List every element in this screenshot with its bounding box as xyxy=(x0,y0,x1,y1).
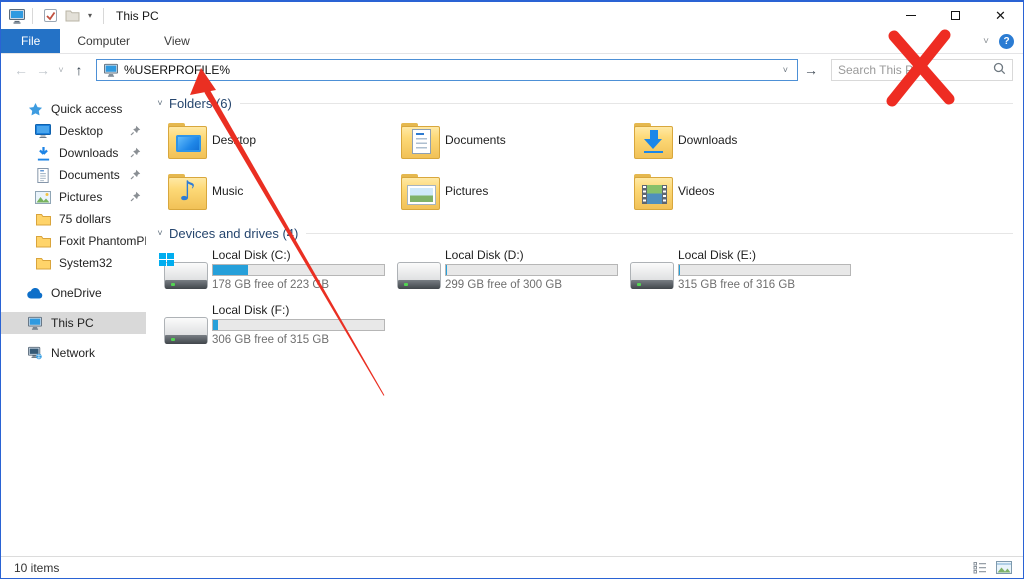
up-button[interactable]: ↑ xyxy=(68,62,90,78)
help-icon[interactable]: ? xyxy=(999,34,1014,49)
network-icon xyxy=(27,346,43,360)
sidebar-item-system32[interactable]: System32 xyxy=(1,252,146,274)
folder-icon xyxy=(634,123,671,157)
sidebar-item-pictures[interactable]: Pictures xyxy=(1,186,146,208)
folder-icon xyxy=(168,123,205,157)
pin-icon xyxy=(130,147,141,161)
capacity-bar xyxy=(212,264,385,276)
expand-ribbon-caret-icon[interactable]: ˅ xyxy=(983,36,989,47)
close-button[interactable]: ✕ xyxy=(978,2,1023,29)
search-icon xyxy=(993,62,1006,78)
sidebar-item-network[interactable]: Network xyxy=(1,342,146,364)
customize-toolbar-caret-icon[interactable]: ▾ xyxy=(83,11,97,20)
sidebar-item-foxit-phantompdf[interactable]: Foxit PhantomPDF xyxy=(1,230,146,252)
search-input[interactable] xyxy=(838,63,993,77)
divider xyxy=(32,8,33,24)
drive-tile-f[interactable]: Local Disk (F:) 306 GB free of 315 GB xyxy=(158,303,391,350)
download-icon xyxy=(35,146,51,161)
capacity-bar xyxy=(445,264,618,276)
pin-icon xyxy=(130,169,141,183)
folder-tile-music[interactable]: Music xyxy=(168,171,401,211)
capacity-bar xyxy=(678,264,851,276)
navigation-pane: Quick access Desktop Downloads xyxy=(1,85,146,556)
back-button[interactable]: ← xyxy=(10,62,32,78)
pin-icon xyxy=(130,125,141,139)
monitor-icon xyxy=(35,124,51,138)
file-list-pane: ˅ Folders (6) Desktop Documents Download… xyxy=(146,85,1023,556)
explorer-window: ▾ This PC ✕ File Computer View ˅ ? ← → ˅… xyxy=(0,0,1024,579)
navigation-toolbar: ← → ˅ ↑ %USERPROFILE% ˅ → xyxy=(1,54,1023,85)
capacity-bar xyxy=(212,319,385,331)
properties-quick-button[interactable] xyxy=(39,5,61,27)
tab-view[interactable]: View xyxy=(147,29,207,53)
folder-icon xyxy=(35,257,51,270)
drive-tile-e[interactable]: Local Disk (E:) 315 GB free of 316 GB xyxy=(624,248,857,295)
hard-drive-icon xyxy=(164,262,208,289)
folder-icon xyxy=(35,235,51,248)
address-bar[interactable]: %USERPROFILE% ˅ xyxy=(96,59,798,81)
folder-tile-downloads[interactable]: Downloads xyxy=(634,120,867,160)
drive-tile-d[interactable]: Local Disk (D:) 299 GB free of 300 GB xyxy=(391,248,624,295)
drives-grid: Local Disk (C:) 178 GB free of 223 GB Lo… xyxy=(158,248,1013,358)
pin-icon xyxy=(130,191,141,205)
search-box[interactable] xyxy=(831,59,1013,81)
hard-drive-icon xyxy=(397,262,441,289)
folders-grid: Desktop Documents Downloads Music Pictur… xyxy=(168,120,1013,222)
maximize-button[interactable] xyxy=(933,2,978,29)
windows-logo-icon xyxy=(159,253,166,259)
folder-icon xyxy=(634,174,671,208)
sidebar-item-this-pc[interactable]: This PC xyxy=(1,312,146,334)
folder-icon xyxy=(401,123,438,157)
this-pc-icon xyxy=(103,63,119,77)
title-bar: ▾ This PC ✕ xyxy=(1,2,1023,29)
divider xyxy=(240,103,1013,104)
address-input[interactable]: %USERPROFILE% xyxy=(124,63,778,77)
sidebar-item-75-dollars[interactable]: 75 dollars xyxy=(1,208,146,230)
sidebar-item-documents[interactable]: Documents xyxy=(1,164,146,186)
star-icon xyxy=(27,102,43,117)
details-view-button[interactable] xyxy=(971,560,989,576)
folders-section-header[interactable]: ˅ Folders (6) xyxy=(152,94,1013,112)
divider xyxy=(103,8,104,24)
drives-section-header[interactable]: ˅ Devices and drives (4) xyxy=(152,224,1013,242)
folder-tile-pictures[interactable]: Pictures xyxy=(401,171,634,211)
tab-computer[interactable]: Computer xyxy=(60,29,147,53)
folder-icon xyxy=(168,174,205,208)
go-to-button[interactable]: → xyxy=(798,59,824,81)
hard-drive-icon xyxy=(164,317,208,344)
ribbon-tab-bar: File Computer View ˅ ? xyxy=(1,29,1023,54)
folder-tile-documents[interactable]: Documents xyxy=(401,120,634,160)
folder-tile-videos[interactable]: Videos xyxy=(634,171,867,211)
document-icon xyxy=(35,168,51,183)
sidebar-item-quick-access[interactable]: Quick access xyxy=(1,98,146,120)
picture-icon xyxy=(35,191,51,204)
tab-file[interactable]: File xyxy=(1,29,60,53)
computer-icon xyxy=(27,316,43,330)
divider xyxy=(306,233,1013,234)
cloud-icon xyxy=(27,288,43,299)
chevron-down-icon[interactable]: ˅ xyxy=(152,98,168,108)
folder-icon xyxy=(35,213,51,226)
hard-drive-icon xyxy=(630,262,674,289)
drive-tile-c[interactable]: Local Disk (C:) 178 GB free of 223 GB xyxy=(158,248,391,295)
this-pc-icon xyxy=(8,8,26,24)
recent-locations-caret-icon[interactable]: ˅ xyxy=(54,65,68,75)
large-icons-view-button[interactable] xyxy=(995,560,1013,576)
sidebar-item-downloads[interactable]: Downloads xyxy=(1,142,146,164)
window-title: This PC xyxy=(116,9,159,23)
status-bar: 10 items xyxy=(1,556,1023,578)
sidebar-item-onedrive[interactable]: OneDrive xyxy=(1,282,146,304)
folder-icon xyxy=(401,174,438,208)
new-folder-quick-button[interactable] xyxy=(61,5,83,27)
sidebar-item-desktop[interactable]: Desktop xyxy=(1,120,146,142)
item-count: 10 items xyxy=(14,561,59,575)
forward-button[interactable]: → xyxy=(32,62,54,78)
chevron-down-icon[interactable]: ˅ xyxy=(152,228,168,238)
address-dropdown-caret-icon[interactable]: ˅ xyxy=(778,65,793,75)
folder-tile-desktop[interactable]: Desktop xyxy=(168,120,401,160)
minimize-button[interactable] xyxy=(888,2,933,29)
